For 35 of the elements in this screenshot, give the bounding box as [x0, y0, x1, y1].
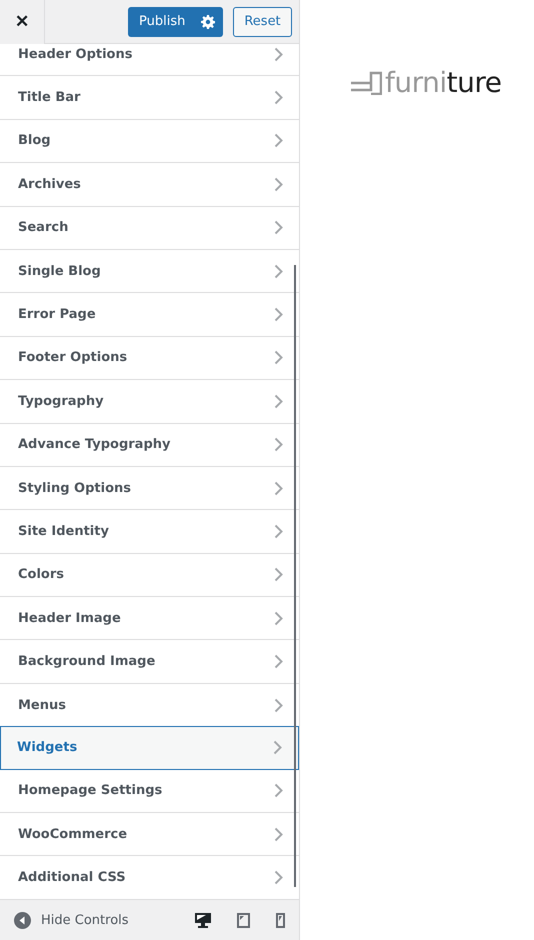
- chevron-icon: [274, 46, 283, 62]
- chevron-icon: [274, 394, 283, 409]
- chevron-icon: [274, 826, 283, 842]
- collapse-icon: [14, 912, 31, 928]
- chevron-icon: [274, 264, 283, 279]
- chevron-icon: [274, 90, 283, 106]
- chevron-icon: [274, 610, 283, 626]
- menu-item[interactable]: Search: [0, 206, 299, 250]
- chevron-icon: [274, 176, 283, 192]
- menu-item[interactable]: Footer Options: [0, 336, 299, 380]
- chevron-icon: [274, 220, 283, 236]
- logo-text: furniture: [385, 66, 502, 99]
- close-button[interactable]: ✕: [0, 0, 45, 44]
- chevron-icon: [274, 437, 283, 452]
- reset-button[interactable]: Reset: [233, 6, 292, 36]
- menu-item[interactable]: Advance Typography: [0, 424, 299, 467]
- chevron-icon: [274, 524, 283, 539]
- tablet-preview-icon[interactable]: [237, 912, 250, 928]
- chevron-icon: [274, 567, 283, 582]
- hide-controls-button[interactable]: Hide Controls: [14, 912, 129, 928]
- chevron-icon: [274, 698, 283, 713]
- chevron-icon: [273, 740, 282, 756]
- scrollbar[interactable]: [294, 265, 296, 887]
- desktop-preview-icon[interactable]: [195, 912, 211, 928]
- chevron-icon: [274, 133, 283, 148]
- chevron-icon: [274, 480, 283, 496]
- menu-item[interactable]: Colors: [0, 554, 299, 598]
- chevron-icon: [274, 307, 283, 322]
- mobile-preview-icon[interactable]: [276, 912, 285, 928]
- chevron-icon: [274, 350, 283, 366]
- chevron-icon: [274, 654, 283, 670]
- logo-icon: [351, 70, 382, 95]
- chevron-icon: [274, 870, 283, 886]
- chevron-icon: [274, 783, 283, 798]
- menu-item[interactable]: Widgets: [0, 726, 299, 770]
